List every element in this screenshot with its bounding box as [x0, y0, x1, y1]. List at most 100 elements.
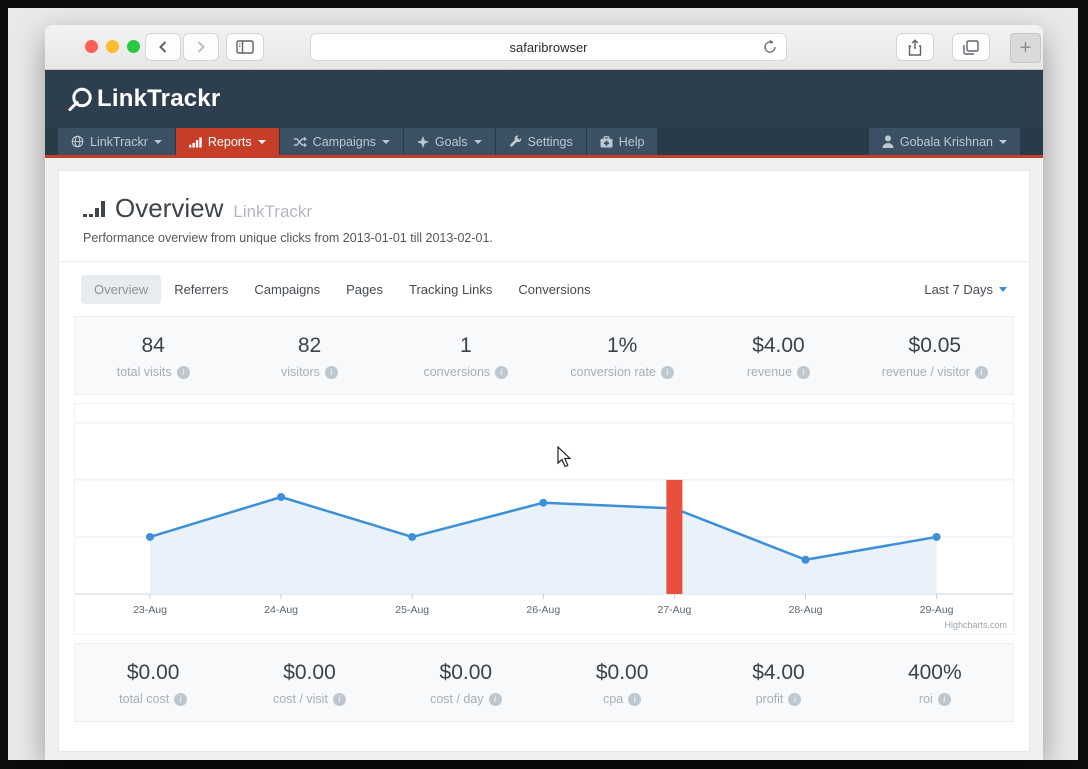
page-title: Overview [115, 193, 224, 223]
browser-toolbar: safaribrowser + [45, 25, 1043, 70]
report-tabs: Overview Referrers Campaigns Pages Track… [59, 262, 1029, 316]
nav-user-label: Gobala Krishnan [899, 134, 993, 149]
stat-label: revenue / visitor [881, 365, 970, 379]
stat-value: 1% [606, 334, 638, 357]
nav-item-linktrackr[interactable]: LinkTrackr [58, 128, 175, 155]
tab-referrers[interactable]: Referrers [161, 275, 241, 304]
svg-text:23-Aug: 23-Aug [133, 604, 167, 616]
close-button[interactable] [85, 40, 98, 53]
stats-panel-top: 84 total visits i 82 visitors i 1 conversi… [74, 316, 1014, 395]
plus-icon: + [1019, 36, 1032, 59]
linktrackr-logo[interactable]: LinkTrackr [67, 85, 220, 113]
forward-button[interactable] [183, 33, 219, 61]
info-icon[interactable]: i [628, 692, 642, 706]
info-icon[interactable]: i [495, 365, 509, 379]
stat-revenue: $4.00 revenue i [700, 334, 856, 379]
logo-text: LinkTrackr [97, 85, 221, 112]
stat-value: 82 [297, 334, 322, 357]
url-text: safaribrowser [509, 39, 588, 55]
refresh-button[interactable] [763, 39, 777, 58]
chevron-down-icon [999, 140, 1007, 144]
info-icon[interactable]: i [174, 692, 188, 706]
tab-pages[interactable]: Pages [333, 275, 396, 304]
nav-item-reports[interactable]: Reports [175, 128, 279, 155]
nav-item-campaigns[interactable]: Campaigns [279, 128, 403, 155]
bar-chart-icon [188, 136, 202, 148]
desktop-background: safaribrowser + LinkTrackr LinkTrackr Re… [8, 8, 1078, 760]
stat-label: cpa [603, 692, 624, 706]
stat-value: 1 [459, 334, 472, 357]
nav-label: Campaigns [312, 134, 376, 149]
stat-label: profit [755, 692, 784, 706]
stat-label: roi [918, 692, 933, 706]
stat-label: cost / day [430, 692, 484, 706]
date-range-selector[interactable]: Last 7 Days [924, 282, 1007, 297]
chevron-down-icon [473, 140, 482, 144]
chevron-down-icon [153, 140, 162, 144]
page-title-block: Overview LinkTrackr Performance overview… [59, 171, 1029, 262]
safari-window: safaribrowser + LinkTrackr LinkTrackr Re… [45, 25, 1043, 760]
share-button[interactable] [896, 33, 934, 61]
nav-item-goals[interactable]: Goals [403, 128, 495, 155]
page-title-brand: LinkTrackr [233, 202, 313, 221]
info-icon[interactable]: i [797, 365, 811, 379]
back-button[interactable] [145, 33, 181, 61]
highcharts-credit[interactable]: Highcharts.com [944, 620, 1007, 630]
stat-value: $0.00 [439, 661, 493, 684]
tab-overview[interactable]: Overview [81, 275, 162, 304]
info-icon[interactable]: i [488, 692, 502, 706]
stat-label: conversion rate [570, 365, 656, 379]
chevron-right-icon [197, 41, 205, 53]
refresh-icon [764, 39, 776, 53]
nav-label: Reports [207, 134, 252, 149]
stat-profit: $4.00 profit i [700, 661, 856, 706]
address-bar[interactable]: safaribrowser [310, 33, 787, 61]
globe-icon [71, 135, 84, 148]
info-icon[interactable]: i [937, 692, 951, 706]
info-icon[interactable]: i [176, 365, 190, 379]
share-icon [908, 38, 922, 56]
page-subtitle: Performance overview from unique clicks … [83, 231, 493, 245]
tab-overview-button[interactable] [952, 33, 990, 61]
info-icon[interactable]: i [974, 365, 988, 379]
stat-cpa: $0.00 cpa i [544, 661, 700, 706]
svg-text:25-Aug: 25-Aug [395, 604, 429, 616]
sidebar-toggle-button[interactable] [226, 33, 264, 61]
stat-label: total cost [119, 692, 170, 706]
svg-text:29-Aug: 29-Aug [920, 604, 954, 616]
svg-text:27-Aug: 27-Aug [657, 604, 691, 616]
nav-label: LinkTrackr [90, 134, 148, 149]
minimize-button[interactable] [106, 40, 119, 53]
nav-user-menu[interactable]: Gobala Krishnan [868, 128, 1020, 155]
stat-value: $4.00 [752, 334, 805, 357]
stat-value: $0.00 [595, 661, 649, 684]
chevron-left-icon [159, 41, 167, 53]
nav-label: Help [618, 134, 645, 149]
medkit-icon [600, 135, 613, 148]
svg-text:24-Aug: 24-Aug [264, 604, 298, 616]
info-icon[interactable]: i [324, 365, 338, 379]
nav-item-settings[interactable]: Settings [495, 128, 586, 155]
stat-label: revenue [746, 365, 793, 379]
stat-value: 400% [907, 661, 962, 684]
tab-campaigns[interactable]: Campaigns [241, 275, 333, 304]
tab-tracking-links[interactable]: Tracking Links [396, 275, 505, 304]
diamond-icon [416, 135, 429, 148]
nav-item-help[interactable]: Help [586, 128, 658, 155]
info-icon[interactable]: i [332, 692, 346, 706]
shuffle-icon [293, 136, 307, 147]
stat-conversions: 1 conversions i [388, 334, 544, 379]
wrench-icon [509, 135, 521, 147]
sidebar-icon [236, 40, 254, 54]
chevron-down-icon [999, 287, 1007, 292]
info-icon[interactable]: i [660, 365, 674, 379]
new-tab-button[interactable]: + [1010, 33, 1041, 63]
fullscreen-button[interactable] [127, 40, 140, 53]
signal-bars-icon [83, 201, 105, 217]
stat-value: $0.00 [126, 661, 180, 684]
info-icon[interactable]: i [788, 692, 802, 706]
tab-conversions[interactable]: Conversions [505, 275, 603, 304]
page-background: Overview LinkTrackr Performance overview… [45, 158, 1043, 760]
visits-chart[interactable]: 23-Aug 24-Aug 25-Aug 26-Aug 27-Aug 28-Aug 29-A… [74, 403, 1014, 635]
